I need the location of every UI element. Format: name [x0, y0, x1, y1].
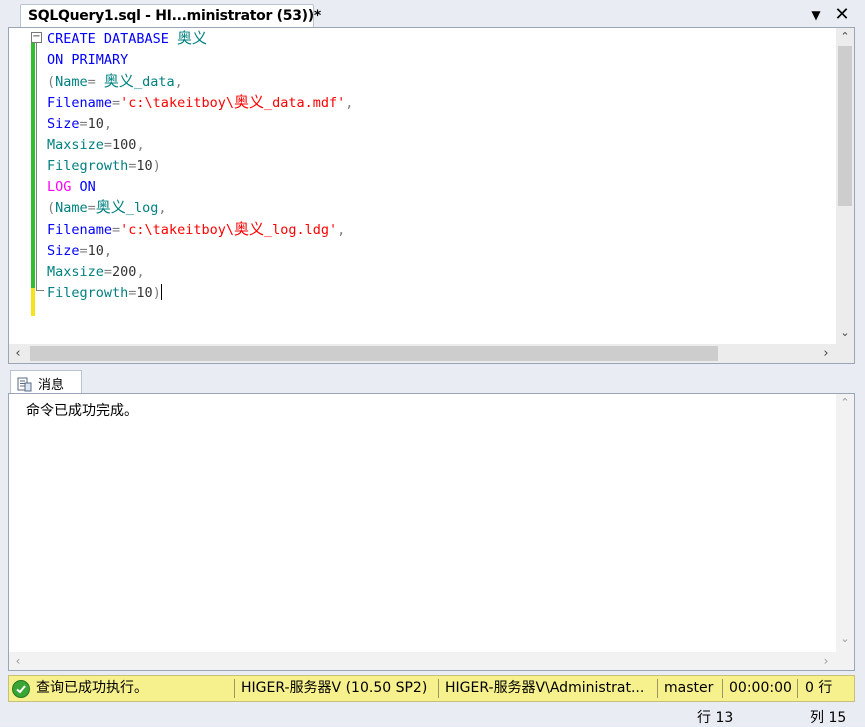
fold-guide-end [36, 290, 44, 291]
editor-horizontal-scrollbar[interactable]: ‹ › [9, 344, 836, 363]
status-divider [722, 679, 723, 698]
messages-tab-label: 消息 [38, 378, 65, 393]
sql-editor[interactable]: − CREATE DATABASE 奥义 ON PRIMARY (Name= 奥义_… [8, 27, 855, 364]
scroll-right-icon[interactable]: › [817, 652, 835, 670]
query-status-text: 查询已成功执行。 [36, 680, 148, 696]
scroll-up-icon[interactable]: ⌃ [836, 28, 854, 46]
row-count: 0 行 [805, 680, 833, 696]
scroll-up-icon[interactable]: ⌃ [836, 394, 854, 412]
chevron-down-icon[interactable]: ▼ [807, 6, 825, 24]
document-tab-strip: SQLQuery1.sql - HI...ministrator (53))* … [0, 0, 865, 30]
editor-gutter [9, 28, 31, 344]
editor-vertical-scrollbar[interactable]: ⌃ ⌄ [836, 28, 854, 344]
scrollbar-corner [836, 344, 854, 363]
status-divider [657, 679, 658, 698]
code-line: ON PRIMARY [47, 51, 129, 68]
scroll-left-icon[interactable]: ‹ [9, 344, 27, 363]
fold-guide [36, 43, 37, 291]
status-divider [797, 679, 798, 698]
code-line: Filename='c:\takeitboy\奥义_data.mdf', [47, 93, 354, 112]
code-line: Filegrowth=10) [47, 283, 162, 301]
messages-horizontal-scrollbar[interactable]: ‹ › [9, 652, 836, 670]
messages-panel[interactable]: 命令已成功完成。 ⌃ ⌄ ‹ › [8, 393, 855, 671]
unsaved-change-bar [31, 288, 35, 316]
scrollbar-corner [836, 652, 854, 670]
code-line: Size=10, [47, 116, 113, 133]
horizontal-scroll-thumb[interactable] [30, 346, 718, 361]
success-check-icon [12, 680, 30, 698]
code-line: Filename='c:\takeitboy\奥义_log.ldg', [47, 220, 346, 239]
code-line: (Name=奥义_log, [47, 198, 167, 217]
text-caret [160, 283, 162, 300]
query-status-bar: 查询已成功执行。 HIGER-服务器V (10.50 SP2) HIGER-服务… [8, 675, 855, 702]
close-icon[interactable]: ✕ [833, 6, 851, 24]
user-status: HIGER-服务器V\Administrat... [445, 680, 645, 696]
saved-change-bar [31, 32, 35, 288]
code-line: Filegrowth=10) [47, 157, 161, 174]
database-status: master [664, 680, 714, 696]
code-line: Size=10, [47, 242, 113, 259]
messages-vertical-scrollbar[interactable]: ⌃ ⌄ [836, 394, 854, 652]
scroll-right-icon[interactable]: › [817, 344, 835, 363]
cursor-column: 列 15 [810, 710, 847, 726]
scroll-down-icon[interactable]: ⌄ [836, 630, 854, 648]
messages-tab[interactable]: 消息 [10, 370, 82, 394]
server-status: HIGER-服务器V (10.50 SP2) [241, 680, 428, 696]
status-divider [234, 679, 235, 698]
code-line: CREATE DATABASE 奥义 [47, 29, 208, 47]
message-text: 命令已成功完成。 [26, 403, 138, 419]
code-line: LOG ON [47, 178, 96, 195]
app-status-bar: 行 13 列 15 [0, 704, 865, 726]
query-window: SQLQuery1.sql - HI...ministrator (53))* … [0, 0, 865, 726]
collapse-region-icon[interactable]: − [31, 32, 42, 43]
vertical-scroll-thumb[interactable] [838, 46, 852, 206]
status-divider [438, 679, 439, 698]
cursor-line: 行 13 [697, 710, 734, 726]
scroll-down-icon[interactable]: ⌄ [836, 324, 854, 342]
code-line: (Name= 奥义_data, [47, 71, 183, 90]
code-line: Maxsize=100, [47, 136, 145, 153]
code-line: Maxsize=200, [47, 263, 145, 280]
elapsed-time: 00:00:00 [729, 680, 792, 696]
scroll-left-icon[interactable]: ‹ [9, 652, 27, 670]
messages-icon [17, 377, 32, 392]
code-text[interactable]: CREATE DATABASE 奥义 ON PRIMARY (Name= 奥义_da… [47, 28, 353, 303]
